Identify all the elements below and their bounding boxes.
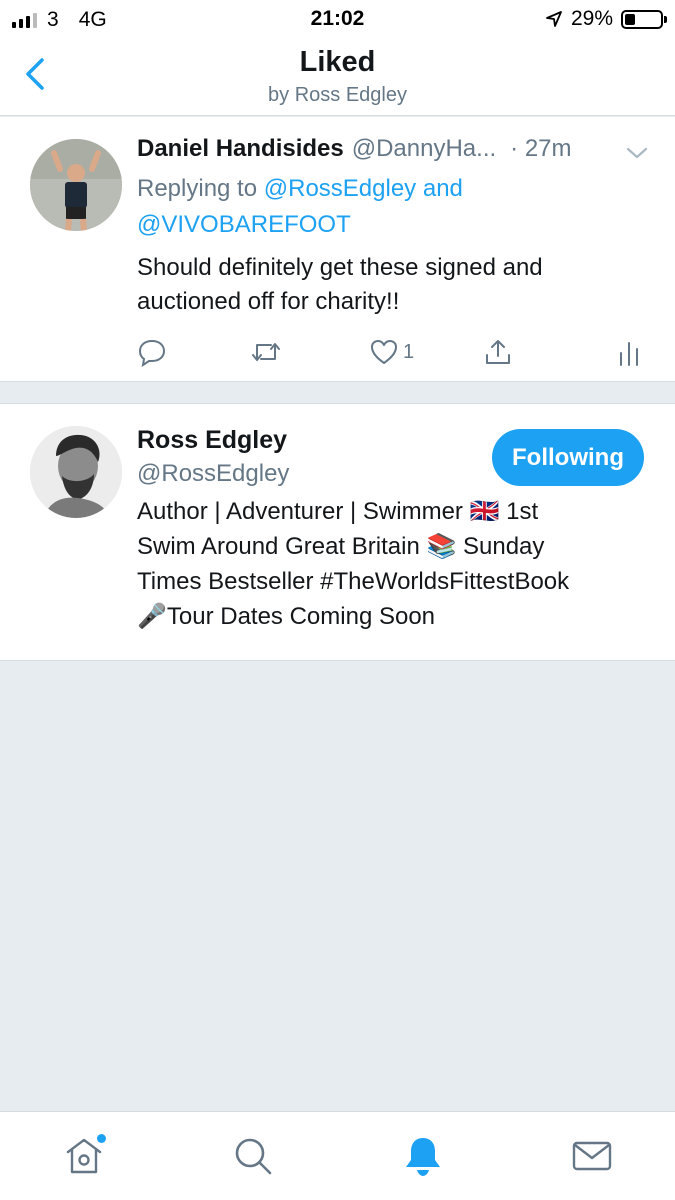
battery-icon: [621, 9, 667, 29]
notification-dot: [97, 1134, 106, 1143]
user-handle: @RossEdgley: [137, 460, 290, 487]
page-title: Liked: [299, 46, 376, 78]
bio-line: Swim Around Great Britain 📚 Sunday: [137, 533, 545, 560]
battery-percent: 29%: [570, 7, 613, 30]
share-button[interactable]: [483, 335, 513, 369]
bio-line: Author | Adventurer | Swimmer 🇬🇧 1st: [137, 498, 539, 525]
share-icon: [486, 340, 510, 364]
tweet-timestamp: 27m: [510, 135, 572, 163]
battery-fill: [625, 13, 635, 25]
analytics-button[interactable]: [617, 335, 641, 369]
tab-home[interactable]: [62, 1134, 106, 1178]
analytics-icon: [620, 342, 638, 366]
location-arrow-icon: [546, 11, 562, 27]
status-bar: 3 4G 21:02 29%: [0, 0, 675, 38]
user-name[interactable]: Ross Edgley: [137, 426, 287, 455]
avatar-image: [30, 426, 122, 518]
page-subtitle: by Ross Edgley: [268, 84, 407, 106]
mention-link[interactable]: @RossEdgley: [264, 175, 416, 202]
tweet-card[interactable]: Daniel Handisides @DannyHa... 27m Replyi…: [0, 117, 675, 382]
retweet-icon: [252, 343, 280, 361]
bell-icon: [406, 1138, 440, 1176]
like-button[interactable]: 1: [369, 335, 414, 369]
navigation-header: Liked by Ross Edgley: [0, 38, 675, 116]
author-name[interactable]: Daniel Handisides: [137, 135, 344, 163]
and-text[interactable]: and: [423, 175, 463, 202]
mention-link[interactable]: @VIVOBAREFOOT: [137, 211, 351, 238]
avatar-image: [30, 139, 122, 231]
following-button[interactable]: Following: [492, 429, 644, 486]
like-count: 1: [403, 340, 415, 363]
mail-icon: [572, 1141, 612, 1171]
reply-icon: [138, 339, 166, 367]
tab-bar: [0, 1111, 675, 1200]
avatar[interactable]: [30, 426, 122, 518]
heart-icon: [371, 340, 397, 364]
reply-button[interactable]: [137, 335, 167, 369]
retweet-button[interactable]: [249, 335, 283, 369]
replying-prefix: Replying to: [137, 175, 258, 202]
bio-line: 🎤Tour Dates Coming Soon: [137, 603, 436, 630]
bio-line: Times Bestseller #TheWorldsFittestBook: [137, 568, 570, 595]
user-bio: Author | Adventurer | Swimmer 🇬🇧 1st Swi…: [137, 494, 652, 634]
author-handle[interactable]: @DannyHa...: [352, 135, 496, 163]
tab-search[interactable]: [231, 1134, 275, 1178]
search-icon: [235, 1138, 272, 1175]
status-right: 29%: [545, 7, 667, 31]
tweet-header: Daniel Handisides @DannyHa... 27m: [137, 135, 657, 163]
tab-notifications[interactable]: [401, 1134, 445, 1178]
replying-to: Replying to @RossEdgley and @VIVOBAREFOO…: [137, 171, 637, 243]
user-card[interactable]: Ross Edgley @RossEdgley Following Author…: [0, 403, 675, 661]
tweet-text: Should definitely get these signed and a…: [137, 254, 543, 315]
chevron-down-icon[interactable]: [625, 145, 649, 161]
avatar[interactable]: [30, 139, 122, 231]
tab-messages[interactable]: [570, 1134, 614, 1178]
tweet-actions: 1: [137, 335, 647, 369]
